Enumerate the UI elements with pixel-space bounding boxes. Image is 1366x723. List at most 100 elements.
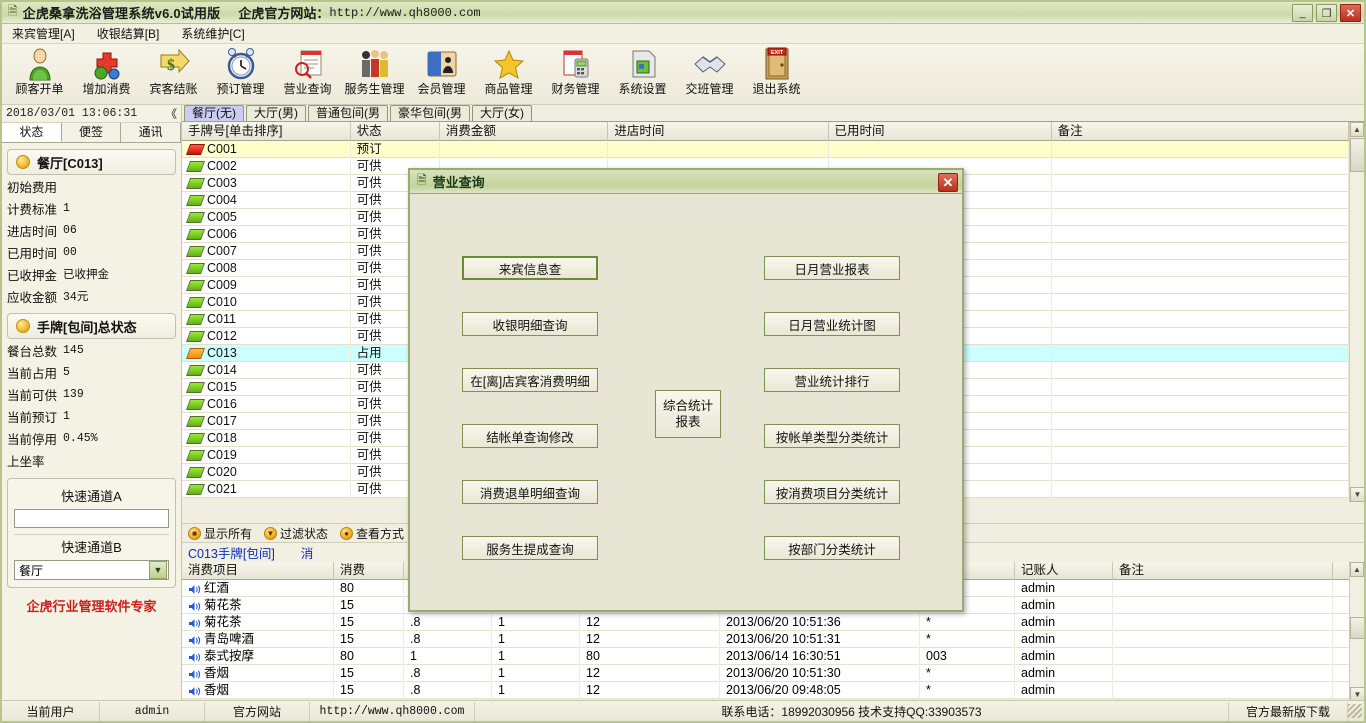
room-status-chip-icon — [185, 228, 206, 240]
sidebar-collapse-icon[interactable]: 《 — [166, 106, 178, 122]
menu-item-system[interactable]: 系统维护[C] — [177, 23, 248, 44]
toolbar-reservation[interactable]: 预订管理 — [207, 44, 274, 102]
dialog-btn-by-bill-type[interactable]: 按帐单类型分类统计 — [764, 424, 900, 448]
scroll-thumb[interactable] — [1350, 617, 1364, 639]
quick-channel-b-value: 餐厅 — [19, 563, 44, 578]
dialog-btn-comprehensive-report[interactable]: 综合统计 报表 — [655, 390, 721, 438]
scroll-thumb[interactable] — [1350, 138, 1364, 172]
tab-luxury-room-male[interactable]: 豪华包间(男 — [390, 105, 470, 121]
scroll-down-icon[interactable]: ▼ — [1350, 687, 1364, 700]
minimize-button[interactable]: _ — [1292, 4, 1313, 22]
chevron-down-icon[interactable]: ▼ — [149, 561, 167, 579]
status-site-url[interactable]: http://www.qh8000.com — [310, 701, 475, 721]
room-id-label: C014 — [207, 362, 237, 377]
dialog-btn-bill-query-modify[interactable]: 结帐单查询修改 — [462, 424, 598, 448]
toolbar-handover-management[interactable]: 交班管理 — [676, 44, 743, 102]
toolbar-member-management[interactable]: 会员管理 — [408, 44, 475, 102]
toolbar-customer-order[interactable]: 顾客开单 — [6, 44, 73, 102]
detail-column-item[interactable]: 消费项目 — [182, 561, 334, 580]
close-button[interactable]: ✕ — [1340, 4, 1361, 22]
toolbar-guest-checkout[interactable]: $ 宾客结账 — [140, 44, 207, 102]
menu-item-cashier[interactable]: 收银结算[B] — [93, 23, 164, 44]
sidebar-datetime-bar: 2018/03/01 13:06:31 《 — [2, 105, 181, 123]
column-header-amount[interactable]: 消费金额 — [440, 121, 609, 141]
room-grid-scrollbar[interactable]: ▲ ▼ — [1349, 122, 1364, 502]
filter-show-all[interactable]: ■ 显示所有 — [188, 525, 252, 542]
detail-note-cell — [1113, 596, 1333, 614]
column-header-status[interactable]: 状态 — [351, 121, 440, 141]
filter-label: 显示所有 — [204, 526, 253, 541]
table-row[interactable]: 青岛啤酒 15.8 1 12 2013/06/20 10:51:31 * admin — [182, 630, 1349, 648]
room-status-chip-icon — [185, 296, 206, 308]
dialog-btn-business-ranking[interactable]: 营业统计排行 — [764, 368, 900, 392]
dialog-btn-cashier-detail[interactable]: 收银明细查询 — [462, 312, 598, 336]
toolbar-exit-system[interactable]: EXIT 退出系统 — [743, 44, 810, 102]
scroll-down-icon[interactable]: ▼ — [1350, 487, 1364, 502]
toolbar-finance-management[interactable]: 财务管理 — [542, 44, 609, 102]
row-value: 0.45% — [63, 431, 98, 445]
maximize-button[interactable]: ❐ — [1316, 4, 1337, 22]
view-mode-icon: ● — [340, 526, 354, 540]
toolbar-business-query[interactable]: 营业查询 — [274, 44, 341, 102]
detail-c5-cell: 12 — [580, 630, 720, 648]
dialog-close-button[interactable]: ✕ — [938, 173, 958, 192]
room-id-label: C011 — [207, 311, 236, 326]
sidebar-tab-status[interactable]: 状态 — [2, 123, 62, 142]
status-download-link[interactable]: 官方最新版下载 — [1228, 701, 1348, 721]
toolbar-add-consumption[interactable]: 增加消费 — [73, 44, 140, 102]
room-id-label: C008 — [207, 260, 237, 275]
scroll-up-icon[interactable]: ▲ — [1350, 562, 1364, 577]
toolbar-system-settings[interactable]: 系统设置 — [609, 44, 676, 102]
room-status-chip-icon — [185, 449, 206, 461]
filter-view-mode[interactable]: ● 查看方式 — [340, 525, 404, 542]
tab-standard-room-male[interactable]: 普通包间(男 — [308, 105, 388, 121]
dialog-btn-guest-info[interactable]: 来宾信息查 — [462, 256, 598, 280]
tab-hall-male[interactable]: 大厅(男) — [246, 105, 306, 121]
room-id-label: C016 — [207, 396, 237, 411]
detail-item-cell: 泰式按摩 — [182, 647, 334, 665]
toolbar-waiter-management[interactable]: 服务生管理 — [341, 44, 408, 102]
table-row[interactable]: C001 预订 — [182, 141, 1349, 158]
quick-channel-a-input[interactable] — [14, 509, 169, 528]
sidebar-tab-notes[interactable]: 便签 — [62, 123, 122, 142]
menu-item-guest[interactable]: 来宾管理[A] — [8, 23, 79, 44]
quick-channel-b-select[interactable]: 餐厅 ▼ — [14, 560, 169, 580]
table-row[interactable]: 香烟 15.8 1 12 2013/06/20 09:48:05 * admin — [182, 681, 1349, 699]
official-site-label: 企虎官方网站： — [238, 6, 330, 21]
room-id-cell: C019 — [182, 446, 351, 464]
detail-grid-scrollbar[interactable]: ▲ ▼ — [1349, 562, 1364, 700]
dialog-btn-daily-monthly-chart[interactable]: 日月营业统计图 — [764, 312, 900, 336]
guest-checkout-icon: $ — [157, 46, 191, 82]
dialog-btn-guest-consumption-detail[interactable]: 在[离]店宾客消费明细 — [462, 368, 598, 392]
table-row[interactable]: 泰式按摩 80 1 1 80 2013/06/14 16:30:51 003 admin — [182, 647, 1349, 665]
handover-handshake-icon — [693, 46, 727, 82]
detail-clerk-cell: admin — [1015, 647, 1113, 665]
detail-column-note[interactable]: 备注 — [1113, 561, 1333, 580]
column-header-handtag[interactable]: 手牌号[单击排序] — [182, 121, 351, 141]
tab-hall-female[interactable]: 大厅(女) — [472, 105, 532, 121]
filter-status[interactable]: ▼ 过滤状态 — [264, 525, 328, 542]
sidebar-tab-messages[interactable]: 通讯 — [121, 123, 181, 142]
dialog-btn-waiter-commission-query[interactable]: 服务生提成查询 — [462, 536, 598, 560]
dialog-btn-by-consumption-item[interactable]: 按消费项目分类统计 — [764, 480, 900, 504]
dialog-btn-daily-monthly-report[interactable]: 日月营业报表 — [764, 256, 900, 280]
toolbar-goods-management[interactable]: 商品管理 — [475, 44, 542, 102]
column-header-enter-time[interactable]: 进店时间 — [608, 121, 829, 141]
dialog-btn-by-department[interactable]: 按部门分类统计 — [764, 536, 900, 560]
table-row[interactable]: 菊花茶 15.8 1 12 2013/06/20 10:51:36 * admin — [182, 613, 1349, 631]
detail-column-clerk[interactable]: 记账人 — [1015, 561, 1113, 580]
detail-column-price[interactable]: 消费 — [334, 561, 404, 580]
scroll-up-icon[interactable]: ▲ — [1350, 122, 1364, 137]
dialog-btn-refund-detail-query[interactable]: 消费退单明细查询 — [462, 480, 598, 504]
room-note-cell — [1052, 412, 1349, 430]
column-header-note[interactable]: 备注 — [1052, 121, 1349, 141]
sidebar-stat-row: 当前预订 1 — [2, 405, 181, 427]
detail-item-label: 菊花茶 — [204, 614, 242, 629]
dialog-title: 营业查询 — [432, 175, 485, 190]
tab-restaurant[interactable]: 餐厅(无) — [184, 105, 244, 121]
table-row[interactable]: 香烟 15.8 1 12 2013/06/20 10:51:30 * admin — [182, 664, 1349, 682]
speaker-icon — [188, 583, 201, 594]
resize-grip[interactable] — [1348, 704, 1362, 718]
column-header-used-time[interactable]: 已用时间 — [829, 121, 1052, 141]
room-id-label: C019 — [207, 447, 237, 462]
